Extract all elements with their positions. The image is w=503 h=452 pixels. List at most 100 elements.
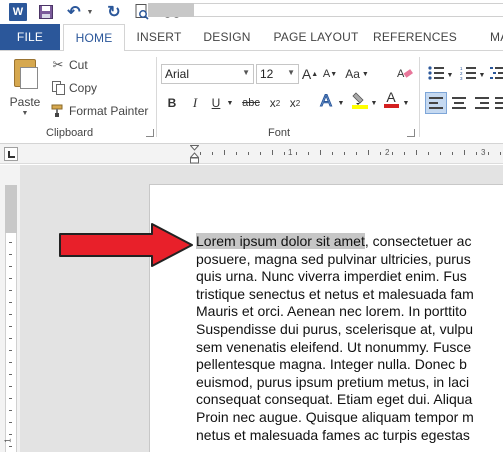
shrink-font-label: A — [322, 68, 331, 80]
font-size-select[interactable]: 12 ▼ — [256, 64, 299, 84]
superscript-mark: 2 — [295, 98, 301, 108]
ruler-tick — [428, 152, 429, 155]
numbering-dropdown-icon[interactable]: ▼ — [478, 65, 486, 85]
tab-page-layout[interactable]: PAGE LAYOUT — [266, 24, 366, 50]
underline-dropdown-icon[interactable]: ▼ — [226, 93, 234, 113]
document-line: Mauris et orci. Aenean nec lorem. In por… — [196, 303, 467, 320]
font-name-select[interactable]: Arial ▼ — [161, 64, 254, 84]
ruler-tick — [248, 152, 249, 155]
ruler-tick — [368, 150, 369, 155]
paste-sheet-icon — [20, 67, 38, 89]
paintbrush-icon — [50, 103, 66, 119]
grow-font-button[interactable]: A ▲ — [302, 64, 318, 84]
ruler-tick — [392, 152, 393, 155]
tab-selector-icon[interactable] — [4, 147, 18, 161]
justify-button[interactable] — [495, 94, 503, 112]
save-icon[interactable] — [38, 3, 54, 21]
bullets-button[interactable] — [428, 65, 444, 83]
ruler-tick — [476, 152, 477, 155]
copy-label: Copy — [69, 81, 98, 95]
change-case-label: Aa — [345, 67, 360, 81]
shrink-font-button[interactable]: A ▼ — [322, 64, 338, 84]
horizontal-ruler[interactable] — [148, 3, 503, 17]
font-size-value: 12 — [260, 67, 274, 81]
underline-button[interactable]: U — [208, 93, 224, 113]
italic-button[interactable]: I — [187, 93, 203, 113]
ruler-number: 3 — [481, 148, 486, 157]
undo-icon[interactable]: ↶ — [66, 3, 82, 21]
highlight-dropdown-icon[interactable]: ▼ — [370, 93, 378, 113]
vertical-ruler-tick — [9, 446, 12, 447]
document-line: tristique senectus et netus et malesuada… — [196, 285, 474, 302]
tab-mailings[interactable]: MAIL — [490, 24, 503, 50]
ruler-tick — [380, 152, 381, 155]
font-name-value: Arial — [165, 67, 190, 81]
copy-icon — [50, 80, 66, 96]
ribbon-tabs: FILE HOME INSERT DESIGN PAGE LAYOUT REFE… — [0, 24, 503, 51]
document-line: pellentesque magna. Integer nulla. Donec… — [196, 356, 467, 373]
vertical-ruler[interactable] — [0, 165, 20, 452]
ruler-tick — [332, 152, 333, 155]
vertical-ruler-tick — [9, 242, 12, 243]
selected-text: Lorem ipsum dolor sit amet — [196, 233, 365, 249]
indent-marker-icon[interactable] — [190, 145, 199, 165]
vertical-ruler-tick — [9, 266, 12, 267]
align-center-button[interactable] — [451, 94, 467, 112]
numbering-button[interactable]: 123 — [460, 65, 476, 83]
tab-home[interactable]: HOME — [63, 24, 125, 51]
ruler-left-margin — [148, 3, 194, 17]
tab-references[interactable]: REFERENCES — [372, 24, 458, 50]
ruler-tick — [344, 152, 345, 155]
change-case-button[interactable]: Aa ▼ — [344, 64, 370, 84]
font-color-swatch — [383, 104, 399, 108]
redo-icon[interactable]: ↻ — [106, 3, 122, 21]
vertical-ruler-tick — [9, 290, 12, 291]
svg-text:A: A — [397, 68, 405, 80]
ruler-tick — [356, 152, 357, 155]
ruler-tick — [452, 152, 453, 155]
highlighter-icon — [352, 91, 368, 112]
vertical-ruler-tick — [9, 362, 12, 363]
bullets-dropdown-icon[interactable]: ▼ — [446, 65, 454, 85]
ruler-tick — [320, 150, 321, 155]
ruler-tick — [416, 150, 417, 155]
vertical-ruler-margin — [5, 185, 17, 233]
document-body[interactable]: Lorem ipsum dolor sit amet, consectetuer… — [196, 233, 503, 444]
tab-insert[interactable]: INSERT — [130, 24, 188, 50]
font-dialog-launcher[interactable] — [407, 129, 415, 137]
vertical-ruler-number: 1 — [3, 438, 13, 443]
first-line-rest: , consectetuer ac — [364, 233, 472, 249]
bold-button[interactable]: B — [164, 93, 180, 113]
vertical-ruler-tick — [9, 398, 12, 399]
document-line: posuere, magna sed pulvinar ultricies, p… — [196, 250, 471, 267]
eraser-icon: A — [397, 66, 413, 83]
vertical-ruler-tick — [9, 278, 12, 279]
format-painter-label: Format Painter — [69, 104, 149, 118]
ruler-tick — [440, 152, 441, 155]
cut-button[interactable]: ✂ Cut — [50, 55, 88, 75]
chevron-down-icon: ▼ — [287, 68, 295, 77]
clipboard-group-label: Clipboard — [46, 127, 94, 139]
align-left-button[interactable] — [425, 92, 447, 114]
text-highlight-button[interactable] — [352, 91, 368, 111]
tab-file[interactable]: FILE — [0, 24, 60, 50]
clipboard-dialog-launcher[interactable] — [146, 129, 154, 137]
text-effects-dropdown-icon[interactable]: ▼ — [337, 93, 345, 113]
subscript-button[interactable]: x2 — [266, 93, 284, 113]
ruler-tick — [500, 152, 501, 155]
text-effects-button[interactable]: A — [316, 91, 336, 111]
superscript-button[interactable]: x2 — [286, 93, 304, 113]
clear-formatting-button[interactable]: A — [396, 64, 414, 84]
copy-button[interactable]: Copy — [50, 78, 97, 98]
ruler-tick — [308, 152, 309, 155]
font-color-button[interactable]: A — [382, 89, 400, 109]
paste-button[interactable]: Paste ▼ — [6, 55, 44, 121]
paste-label: Paste — [9, 95, 41, 109]
align-right-button[interactable] — [474, 94, 490, 112]
format-painter-button[interactable]: Format Painter — [50, 101, 148, 121]
strikethrough-button[interactable]: abc — [240, 93, 262, 113]
multilevel-list-button[interactable] — [490, 65, 503, 83]
tab-design[interactable]: DESIGN — [196, 24, 258, 50]
font-color-dropdown-icon[interactable]: ▼ — [402, 93, 410, 113]
undo-dropdown-icon[interactable]: ▼ — [86, 3, 94, 21]
